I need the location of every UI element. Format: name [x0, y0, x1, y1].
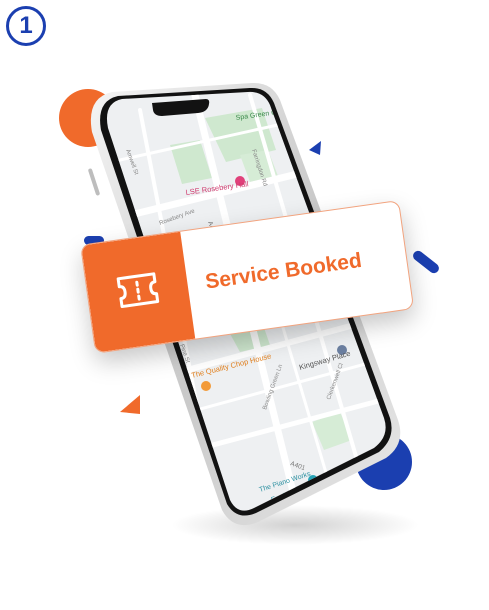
phone-side-button [88, 168, 100, 196]
map-pin-quality-chop-house [201, 381, 211, 391]
ticket-icon [113, 267, 163, 318]
card-icon-panel [81, 231, 196, 353]
